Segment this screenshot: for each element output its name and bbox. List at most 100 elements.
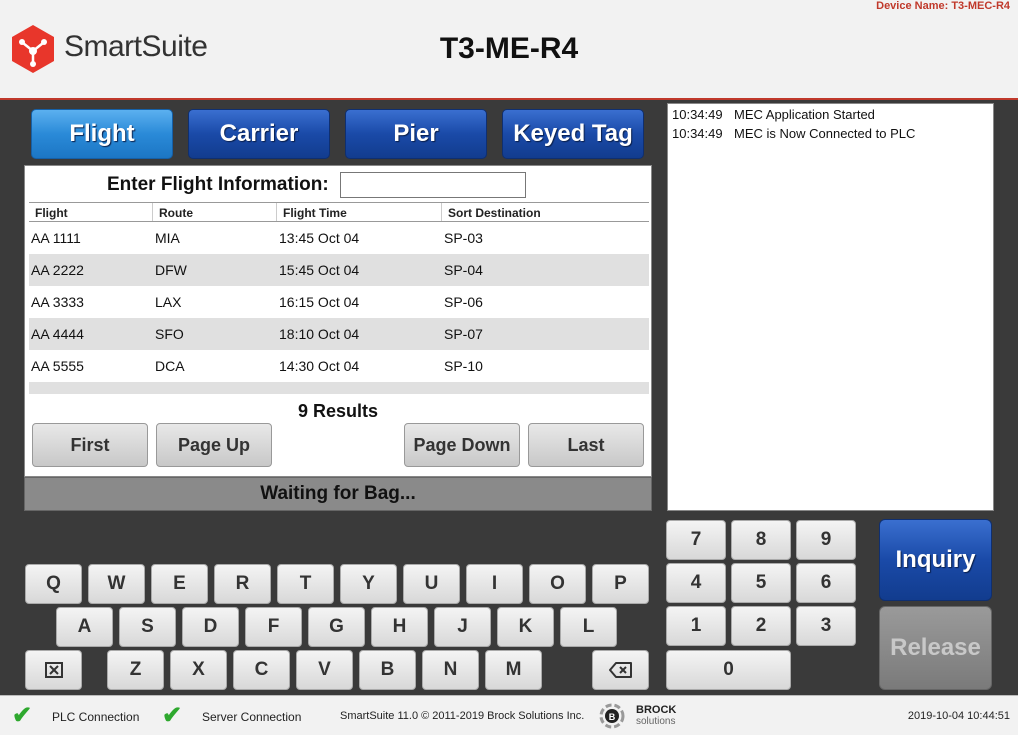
key-i[interactable]: I [466, 564, 523, 604]
tab-flight[interactable]: Flight [31, 109, 173, 159]
sort-destination-cell: SP-03 [444, 230, 483, 246]
table-row[interactable]: AA 1111 MIA 13:45 Oct 04 SP-03 [29, 222, 649, 254]
flight-table: Flight Route Flight Time Sort Destinatio… [29, 202, 649, 394]
table-row[interactable]: AA 3333 LAX 16:15 Oct 04 SP-06 [29, 286, 649, 318]
numpad-6[interactable]: 6 [796, 563, 856, 603]
bag-status-bar: Waiting for Bag... [24, 477, 652, 511]
numpad-1[interactable]: 1 [666, 606, 726, 646]
numpad-7[interactable]: 7 [666, 520, 726, 560]
key-v[interactable]: V [296, 650, 353, 690]
key-u[interactable]: U [403, 564, 460, 604]
table-row-partial [29, 382, 649, 394]
table-row[interactable]: AA 2222 DFW 15:45 Oct 04 SP-04 [29, 254, 649, 286]
key-p[interactable]: P [592, 564, 649, 604]
route-cell: SFO [155, 326, 184, 342]
flight-time-cell: 14:30 Oct 04 [279, 358, 360, 374]
brock-wordmark: BROCK [636, 704, 677, 716]
sort-destination-cell: SP-04 [444, 262, 483, 278]
page-up-button[interactable]: Page Up [156, 423, 272, 467]
key-a[interactable]: A [56, 607, 113, 647]
key-r[interactable]: R [214, 564, 271, 604]
flight-cell: AA 5555 [31, 358, 84, 374]
svg-text:B: B [609, 712, 616, 722]
log-time: 10:34:49 [672, 107, 723, 122]
log-message: MEC is Now Connected to PLC [734, 126, 916, 141]
clear-box-icon [44, 662, 63, 678]
flight-search-input[interactable] [340, 172, 526, 198]
numpad-4[interactable]: 4 [666, 563, 726, 603]
flight-cell: AA 4444 [31, 326, 84, 342]
numpad-5[interactable]: 5 [731, 563, 791, 603]
key-k[interactable]: K [497, 607, 554, 647]
release-button[interactable]: Release [879, 606, 992, 690]
copyright-text: SmartSuite 11.0 © 2011-2019 Brock Soluti… [340, 710, 585, 722]
flight-panel: Enter Flight Information: Flight Route F… [24, 165, 652, 477]
enter-flight-label: Enter Flight Information: [107, 174, 329, 195]
numpad-0[interactable]: 0 [666, 650, 791, 690]
key-z[interactable]: Z [107, 650, 164, 690]
key-g[interactable]: G [308, 607, 365, 647]
table-row[interactable]: AA 5555 DCA 14:30 Oct 04 SP-10 [29, 350, 649, 382]
key-l[interactable]: L [560, 607, 617, 647]
key-b[interactable]: B [359, 650, 416, 690]
column-header-route[interactable]: Route [153, 203, 277, 221]
numpad-9[interactable]: 9 [796, 520, 856, 560]
route-cell: DFW [155, 262, 187, 278]
key-c[interactable]: C [233, 650, 290, 690]
key-e[interactable]: E [151, 564, 208, 604]
tab-keyed-tag[interactable]: Keyed Tag [502, 109, 644, 159]
key-f[interactable]: F [245, 607, 302, 647]
flight-time-cell: 13:45 Oct 04 [279, 230, 360, 246]
log-entry: 10:34:49 MEC is Now Connected to PLC [672, 126, 989, 145]
page-down-button[interactable]: Page Down [404, 423, 520, 467]
page-title: T3-ME-R4 [439, 32, 579, 65]
first-page-button[interactable]: First [32, 423, 148, 467]
device-name-label: Device Name: T3-MEC-R4 [876, 0, 1010, 12]
backspace-key[interactable] [592, 650, 649, 690]
datetime-display: 2019-10-04 10:44:51 [907, 710, 1010, 722]
solutions-wordmark: solutions [636, 716, 676, 727]
backspace-icon [608, 662, 632, 678]
key-w[interactable]: W [88, 564, 145, 604]
table-header: Flight Route Flight Time Sort Destinatio… [29, 202, 649, 222]
log-time: 10:34:49 [672, 126, 723, 141]
brock-solutions-logo: B BROCK solutions [596, 702, 686, 730]
key-q[interactable]: Q [25, 564, 82, 604]
key-x[interactable]: X [170, 650, 227, 690]
route-cell: DCA [155, 358, 185, 374]
clear-key[interactable] [25, 650, 82, 690]
flight-cell: AA 1111 [31, 230, 81, 246]
key-o[interactable]: O [529, 564, 586, 604]
brock-logo-icon: B [599, 703, 625, 729]
column-header-flight[interactable]: Flight [29, 203, 153, 221]
server-connection-label: Server Connection [202, 710, 302, 724]
key-y[interactable]: Y [340, 564, 397, 604]
flight-time-cell: 16:15 Oct 04 [279, 294, 360, 310]
route-cell: MIA [155, 230, 180, 246]
numpad-8[interactable]: 8 [731, 520, 791, 560]
sort-destination-cell: SP-06 [444, 294, 483, 310]
numpad-2[interactable]: 2 [731, 606, 791, 646]
numpad-3[interactable]: 3 [796, 606, 856, 646]
log-message: MEC Application Started [734, 107, 875, 122]
key-n[interactable]: N [422, 650, 479, 690]
column-header-flight-time[interactable]: Flight Time [277, 203, 442, 221]
app-header: SmartSuite T3-ME-R4 Device Name: T3-MEC-… [0, 0, 1018, 100]
key-t[interactable]: T [277, 564, 334, 604]
tab-carrier[interactable]: Carrier [188, 109, 330, 159]
last-page-button[interactable]: Last [528, 423, 644, 467]
key-h[interactable]: H [371, 607, 428, 647]
inquiry-button[interactable]: Inquiry [879, 519, 992, 601]
server-connected-check-icon: ✔ [162, 702, 183, 729]
column-header-sort-destination[interactable]: Sort Destination [442, 203, 649, 221]
key-s[interactable]: S [119, 607, 176, 647]
flight-cell: AA 2222 [31, 262, 84, 278]
table-row[interactable]: AA 4444 SFO 18:10 Oct 04 SP-07 [29, 318, 649, 350]
flight-cell: AA 3333 [31, 294, 84, 310]
key-m[interactable]: M [485, 650, 542, 690]
event-log: 10:34:49 MEC Application Started 10:34:4… [667, 103, 994, 511]
log-entry: 10:34:49 MEC Application Started [672, 107, 989, 126]
tab-pier[interactable]: Pier [345, 109, 487, 159]
key-j[interactable]: J [434, 607, 491, 647]
key-d[interactable]: D [182, 607, 239, 647]
